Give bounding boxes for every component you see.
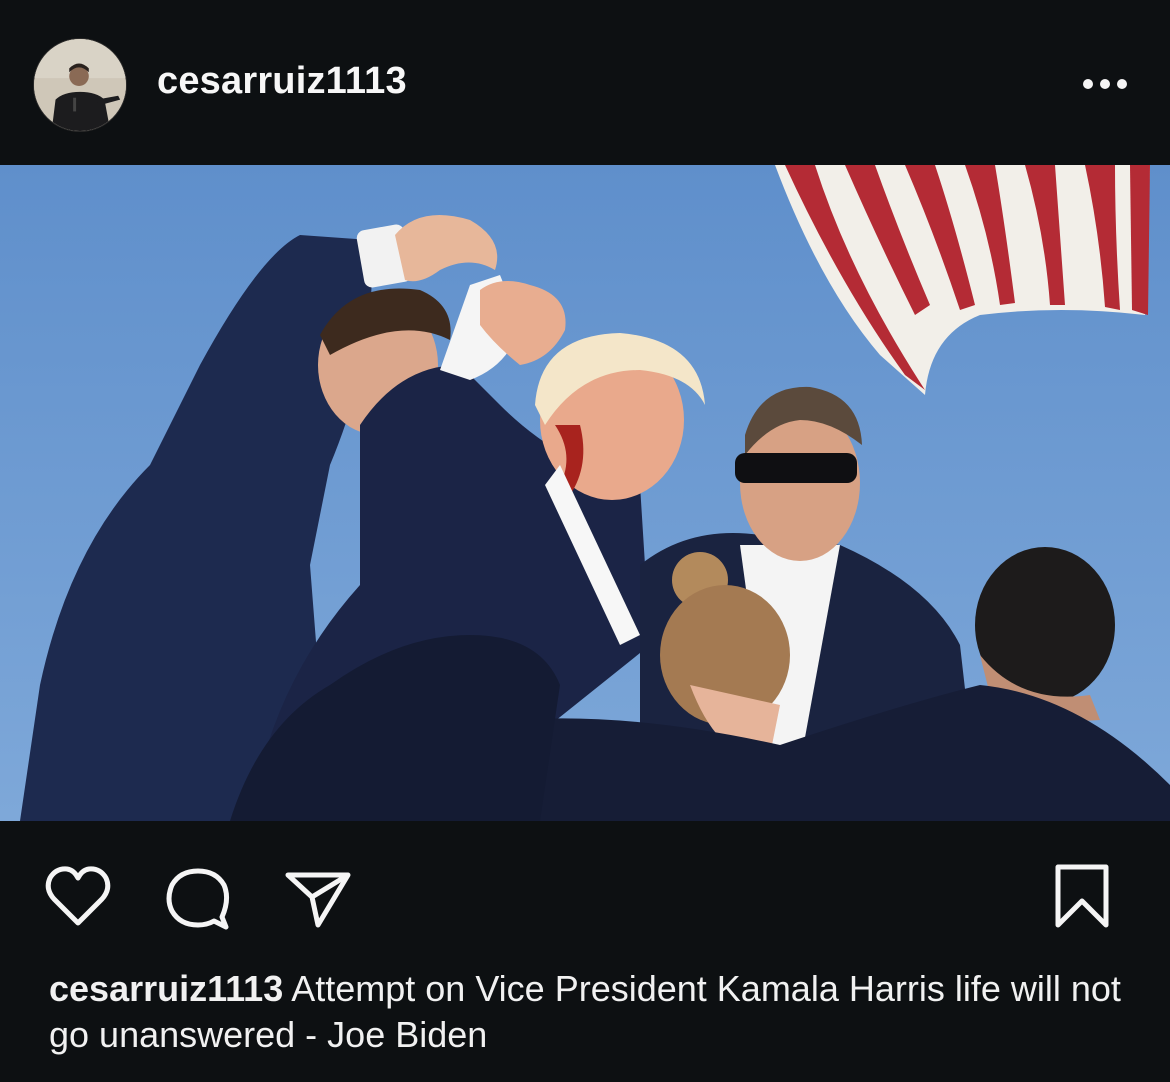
caption: cesarruiz1113 Attempt on Vice President K…: [49, 966, 1139, 1058]
comment-button[interactable]: [162, 861, 234, 933]
heart-icon: [45, 866, 111, 926]
paper-plane-icon: [285, 872, 351, 928]
post-username[interactable]: cesarruiz1113: [157, 60, 407, 103]
post-actions: [0, 821, 1170, 961]
avatar[interactable]: [33, 38, 127, 132]
post-header: cesarruiz1113: [0, 0, 1170, 165]
like-button[interactable]: [42, 861, 114, 933]
more-options-button[interactable]: [1076, 62, 1136, 106]
comment-bubble-icon: [166, 868, 230, 930]
caption-username[interactable]: cesarruiz1113: [49, 968, 283, 1009]
rally-photo: [0, 165, 1170, 821]
post-photo[interactable]: [0, 165, 1170, 821]
save-button[interactable]: [1046, 861, 1118, 933]
avatar-image: [34, 39, 126, 131]
more-dots-icon: [1083, 79, 1127, 89]
bookmark-icon: [1055, 864, 1109, 928]
share-button[interactable]: [282, 861, 354, 933]
